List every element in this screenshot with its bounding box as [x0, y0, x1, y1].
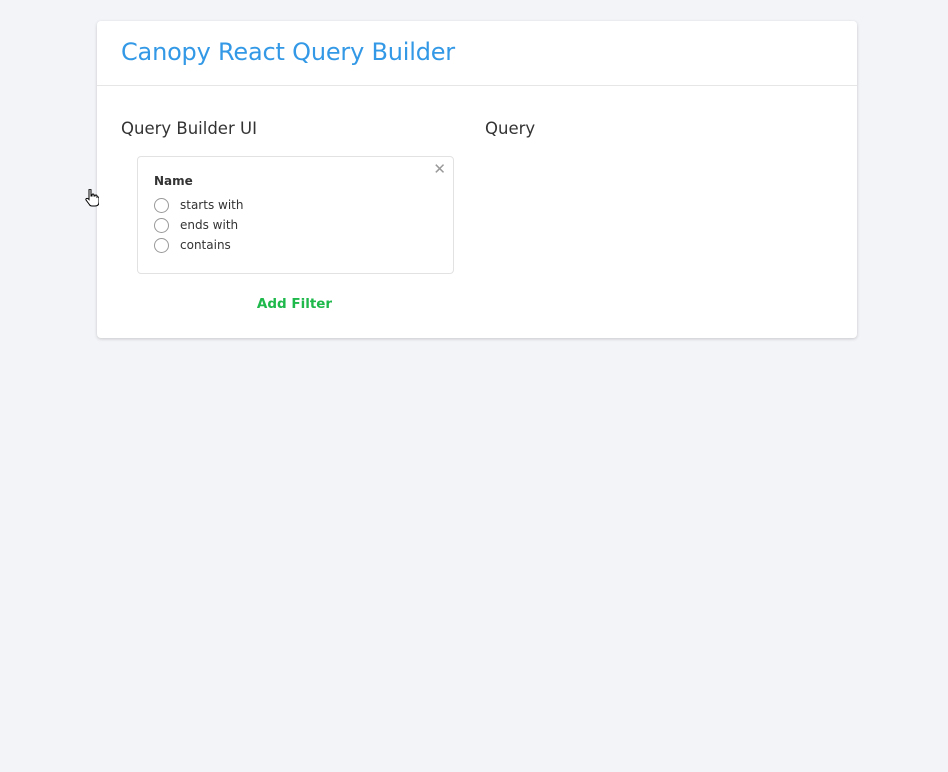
radio-button[interactable] — [154, 217, 169, 233]
query-builder-ui-heading: Query Builder UI — [121, 119, 257, 138]
radio-button[interactable] — [154, 197, 169, 213]
radio-option-contains[interactable]: contains — [154, 236, 231, 254]
radio-button[interactable] — [154, 237, 169, 253]
filter-field-name: Name — [154, 174, 193, 188]
query-builder-card: Canopy React Query Builder Query Builder… — [97, 21, 857, 338]
radio-option-starts-with[interactable]: starts with — [154, 196, 243, 214]
query-heading: Query — [485, 119, 536, 138]
radio-label: starts with — [180, 198, 244, 212]
page-title: Canopy React Query Builder — [121, 38, 455, 66]
filter-card: Name ✕ starts with ends with contains — [137, 156, 454, 274]
card-header: Canopy React Query Builder — [97, 21, 857, 86]
radio-option-ends-with[interactable]: ends with — [154, 216, 238, 234]
radio-label: ends with — [180, 218, 239, 232]
close-icon[interactable]: ✕ — [433, 162, 446, 177]
radio-label: contains — [180, 238, 231, 252]
add-filter-button[interactable]: Add Filter — [237, 296, 352, 312]
